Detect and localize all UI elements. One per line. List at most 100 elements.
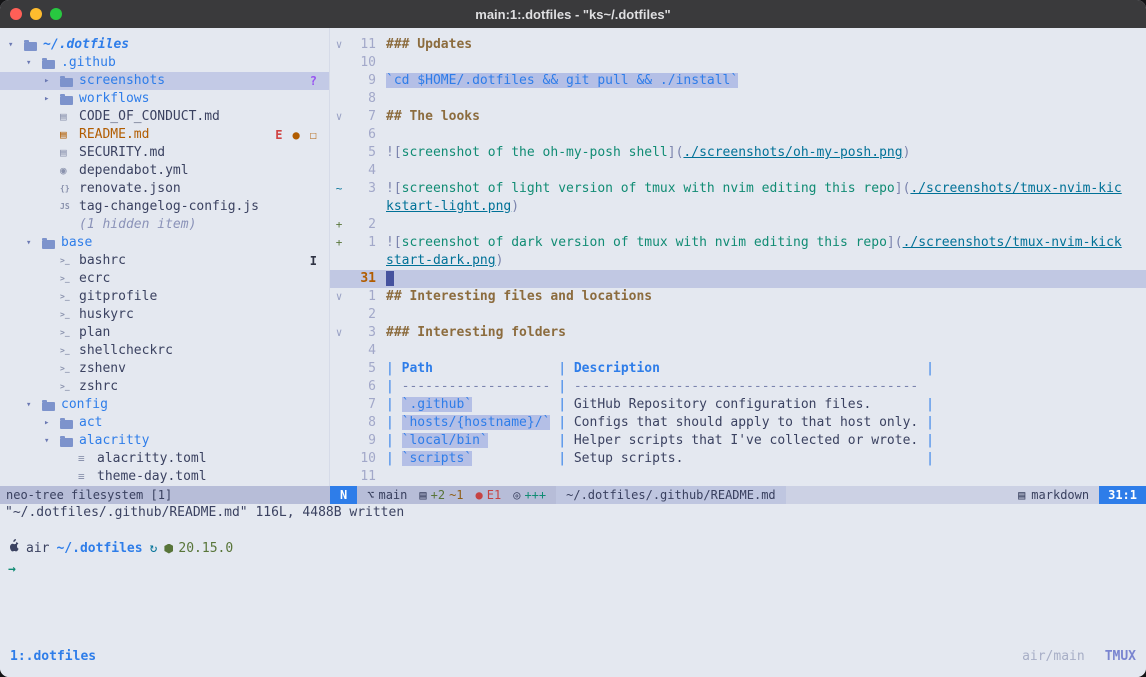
shell-file-icon: >_ — [60, 342, 77, 360]
editor-line[interactable]: start-dark.png) — [330, 252, 1146, 270]
folder-icon — [42, 400, 59, 411]
tree-item-base[interactable]: ▾base — [0, 234, 329, 252]
zoom-button[interactable] — [50, 8, 62, 20]
expand-arrow-icon[interactable]: ▾ — [26, 54, 42, 72]
row-badges: E●☐ — [275, 126, 329, 144]
editor-line[interactable]: 2 — [330, 306, 1146, 324]
editor-line[interactable]: 5| Path | Description | — [330, 360, 1146, 378]
node-icon — [164, 544, 173, 554]
shell-file-icon: >_ — [60, 360, 77, 378]
text-cursor-block — [386, 271, 394, 286]
line-number: 8 — [348, 90, 376, 108]
tree-item-readme-md[interactable]: ▤README.mdE●☐ — [0, 126, 329, 144]
editor-line[interactable]: ~3![screenshot of light version of tmux … — [330, 180, 1146, 198]
line-text — [386, 306, 1146, 324]
tree-item-shellcheckrc[interactable]: >_shellcheckrc — [0, 342, 329, 360]
expand-arrow-icon[interactable]: ▾ — [8, 36, 24, 54]
editor-line[interactable]: ∨3### Interesting folders — [330, 324, 1146, 342]
expand-arrow-icon[interactable]: ▾ — [26, 396, 42, 414]
expand-arrow-icon[interactable]: ▸ — [44, 72, 60, 90]
tree-item-alacritty-toml[interactable]: ≡alacritty.toml — [0, 450, 329, 468]
editor-line[interactable]: ∨11### Updates — [330, 36, 1146, 54]
tree-item-zshenv[interactable]: >_zshenv — [0, 360, 329, 378]
tree-item-security-md[interactable]: ▤SECURITY.md — [0, 144, 329, 162]
tree-item-dependabot-yml[interactable]: ◉dependabot.yml — [0, 162, 329, 180]
tree-item-bashrc[interactable]: >_bashrcI — [0, 252, 329, 270]
line-number: 7 — [348, 108, 376, 126]
prompt-arrow[interactable]: → — [8, 559, 16, 580]
tree-item-plan[interactable]: >_plan — [0, 324, 329, 342]
tmux-window-tab[interactable]: 1:.dotfiles — [10, 649, 96, 664]
shell-file-icon: >_ — [60, 270, 77, 288]
editor-line[interactable]: ∨7## The looks — [330, 108, 1146, 126]
editor-line[interactable]: 5![screenshot of the oh-my-posh shell](.… — [330, 144, 1146, 162]
sign-column — [330, 360, 348, 378]
terminal-window: main:1:.dotfiles - "ks~/.dotfiles" ▾~/.d… — [0, 0, 1146, 677]
editor-line[interactable]: +1![screenshot of dark version of tmux w… — [330, 234, 1146, 252]
editor-line[interactable]: 9| `local/bin` | Helper scripts that I'v… — [330, 432, 1146, 450]
indent-space — [44, 144, 60, 162]
editor-line[interactable]: 4 — [330, 342, 1146, 360]
git-add-sign: + — [330, 216, 348, 234]
expand-arrow-icon[interactable]: ▸ — [44, 414, 60, 432]
expand-arrow-icon[interactable]: ▾ — [44, 432, 60, 450]
tree-item-dotfiles[interactable]: ▾~/.dotfiles — [0, 36, 329, 54]
editor-line[interactable]: 31 — [330, 270, 1146, 288]
tree-item-alacritty[interactable]: ▾alacritty — [0, 432, 329, 450]
line-text: ### Updates — [386, 36, 1146, 54]
shell-output-area[interactable]: air ~/.dotfiles ↻ 20.15.0 → — [0, 522, 1146, 647]
editor-line[interactable]: 10 — [330, 54, 1146, 72]
line-text: start-dark.png) — [386, 252, 1146, 270]
editor-line[interactable]: 11 — [330, 468, 1146, 486]
node-version: 20.15.0 — [178, 538, 233, 559]
editor-line[interactable]: 4 — [330, 162, 1146, 180]
tree-item-github[interactable]: ▾.github — [0, 54, 329, 72]
tree-item-workflows[interactable]: ▸workflows — [0, 90, 329, 108]
line-text: kstart-light.png) — [386, 198, 1146, 216]
close-button[interactable] — [10, 8, 22, 20]
minimize-button[interactable] — [30, 8, 42, 20]
expand-arrow-icon[interactable]: ▾ — [26, 234, 42, 252]
tree-item-1-hidden-item[interactable]: (1 hidden item) — [0, 216, 329, 234]
editor-line[interactable]: 6 — [330, 126, 1146, 144]
editor-line[interactable]: 8| `hosts/{hostname}/` | Configs that sh… — [330, 414, 1146, 432]
tree-item-screenshots[interactable]: ▸screenshots? — [0, 72, 329, 90]
neotree-panel[interactable]: ▾~/.dotfiles▾.github▸screenshots?▸workfl… — [0, 28, 330, 486]
line-text: `cd $HOME/.dotfiles && git pull && ./ins… — [386, 72, 1146, 90]
editor-line[interactable]: ∨1## Interesting files and locations — [330, 288, 1146, 306]
editor-pane[interactable]: ∨11### Updates 10 9`cd $HOME/.dotfiles &… — [330, 28, 1146, 486]
tree-item-gitprofile[interactable]: >_gitprofile — [0, 288, 329, 306]
folder-icon — [60, 76, 77, 87]
js-file-icon: JS — [60, 198, 77, 216]
tree-item-renovate-json[interactable]: {}renovate.json — [0, 180, 329, 198]
sign-column — [330, 270, 348, 288]
line-number: 9 — [348, 432, 376, 450]
line-text: | `.github` | GitHub Repository configur… — [386, 396, 1146, 414]
tree-item-config[interactable]: ▾config — [0, 396, 329, 414]
editor-line[interactable]: 8 — [330, 90, 1146, 108]
tree-item-ecrc[interactable]: >_ecrc — [0, 270, 329, 288]
tree-item-act[interactable]: ▸act — [0, 414, 329, 432]
line-text — [386, 126, 1146, 144]
tree-item-huskyrc[interactable]: >_huskyrc — [0, 306, 329, 324]
vim-mode-indicator: N — [330, 486, 357, 504]
expand-arrow-icon[interactable]: ▸ — [44, 90, 60, 108]
indent-space — [44, 288, 60, 306]
vim-command-line[interactable]: "~/.dotfiles/.github/README.md" 116L, 44… — [0, 504, 1146, 522]
tree-item-tag-changelog-config-js[interactable]: JStag-changelog-config.js — [0, 198, 329, 216]
editor-line[interactable]: 9`cd $HOME/.dotfiles && git pull && ./in… — [330, 72, 1146, 90]
window-titlebar[interactable]: main:1:.dotfiles - "ks~/.dotfiles" — [0, 0, 1146, 28]
tree-item-theme-day-toml[interactable]: ≡theme-day.toml — [0, 468, 329, 486]
tree-item-label: gitprofile — [77, 288, 157, 306]
editor-line[interactable]: kstart-light.png) — [330, 198, 1146, 216]
tree-item-code-of-conduct-md[interactable]: ▤CODE_OF_CONDUCT.md — [0, 108, 329, 126]
editor-line[interactable]: 10| `scripts` | Setup scripts. | — [330, 450, 1146, 468]
indent-space — [44, 108, 60, 126]
editor-line[interactable]: +2 — [330, 216, 1146, 234]
editor-line[interactable]: 6| ------------------- | ---------------… — [330, 378, 1146, 396]
line-number — [348, 198, 376, 216]
tree-item-zshrc[interactable]: >_zshrc — [0, 378, 329, 396]
editor-line[interactable]: 7| `.github` | GitHub Repository configu… — [330, 396, 1146, 414]
statusline-extra: +++ — [524, 486, 546, 504]
shell-prompt: air ~/.dotfiles ↻ 20.15.0 — [8, 538, 1146, 559]
